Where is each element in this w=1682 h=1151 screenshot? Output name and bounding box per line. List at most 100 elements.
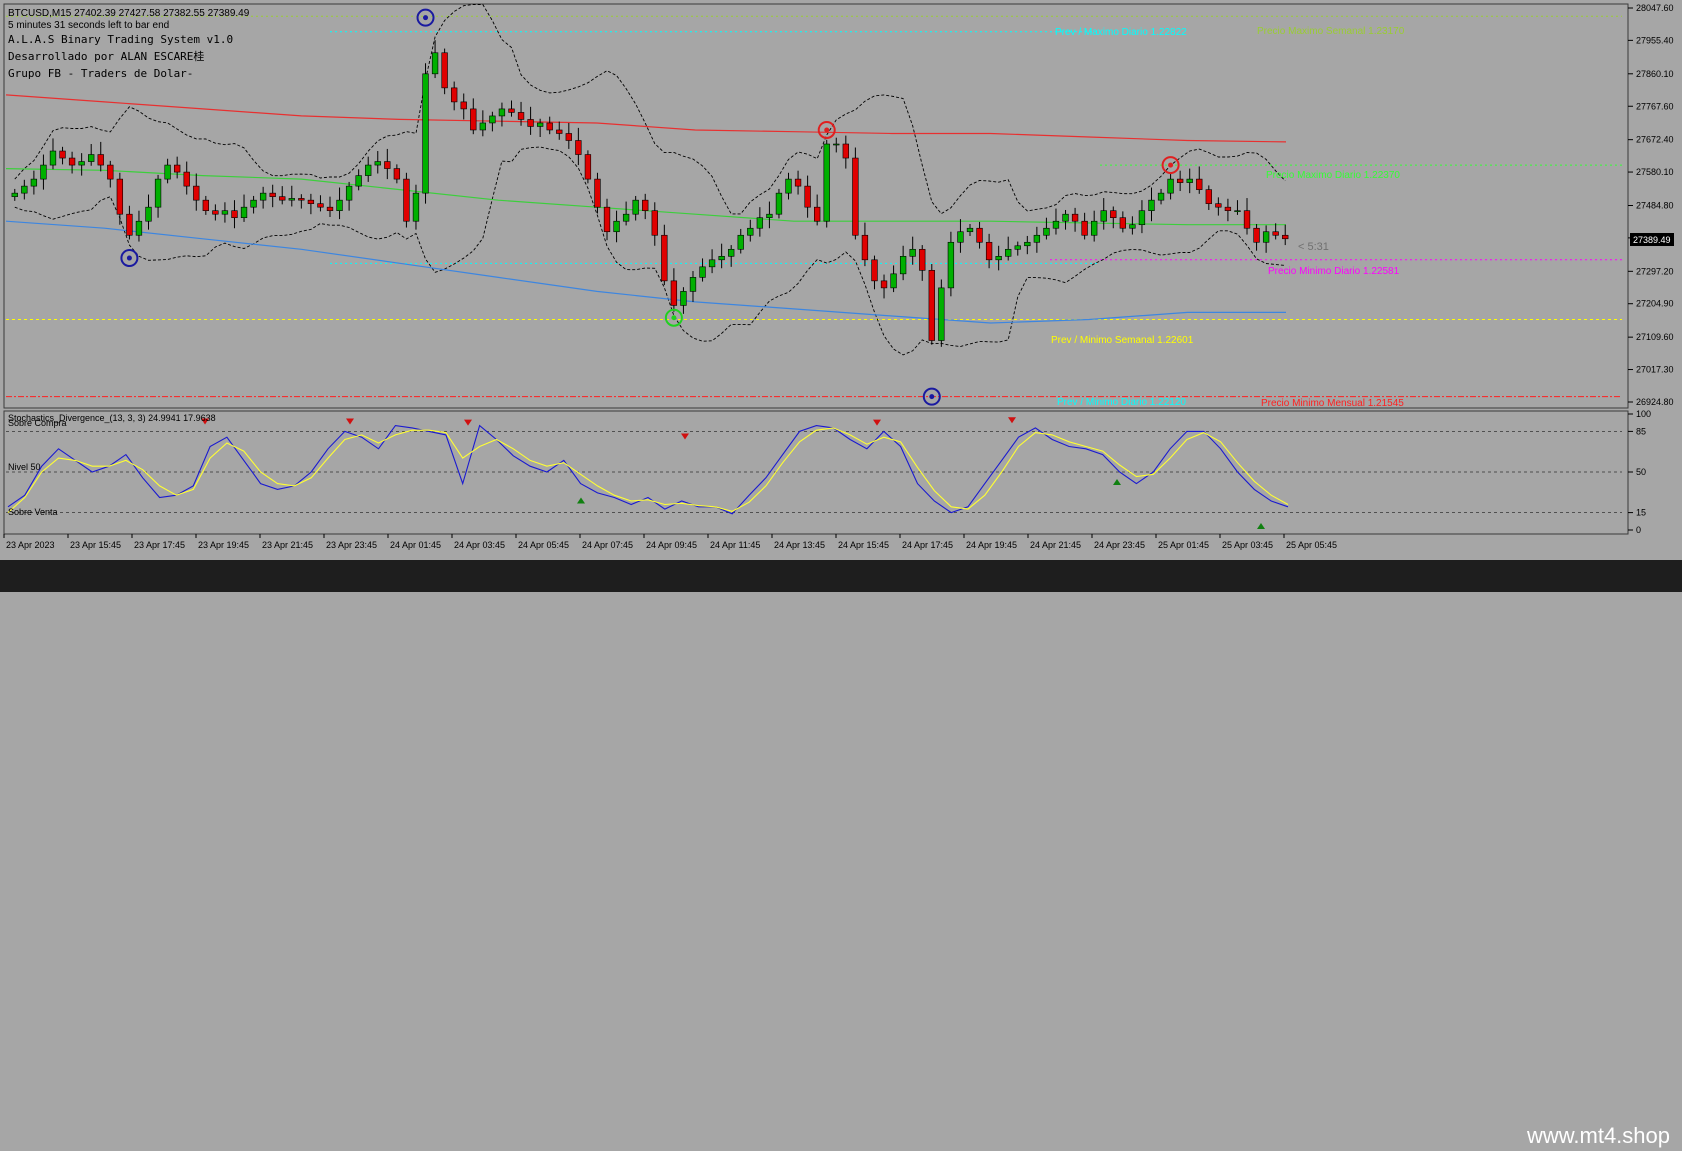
bear-candle — [1176, 178, 1184, 183]
bull-candle — [708, 259, 716, 268]
bear-candle — [384, 161, 391, 169]
bull-candle — [498, 108, 506, 117]
bear-candle — [919, 248, 926, 271]
bear-candle — [508, 108, 515, 113]
bull-candle — [747, 227, 754, 236]
y-tick-label: 28047.60 — [1636, 3, 1674, 13]
y-tick-label: 27955.40 — [1636, 35, 1674, 45]
bull-candle — [431, 52, 439, 75]
watermark-text: www.mt4.shop — [1526, 1123, 1670, 1148]
bear-candle — [1110, 210, 1117, 219]
bear-candle — [842, 143, 849, 159]
bear-candle — [1272, 231, 1279, 236]
bear-candle — [556, 129, 563, 134]
stoch-tick-label: 100 — [1636, 409, 1651, 419]
developer-text: Desarrollado por ALAN ESCARE桂 — [8, 49, 204, 63]
bear-candle — [976, 227, 983, 243]
chart-window[interactable]: 28047.60 27955.40 27860.10 27767.60 27672.40… — [0, 0, 1682, 592]
bull-candle — [737, 234, 744, 250]
bear-candle — [928, 270, 935, 341]
bear-candle — [460, 101, 467, 110]
bear-candle — [269, 192, 276, 197]
bull-candle — [833, 143, 840, 146]
x-tick-label: 24 Apr 09:45 — [646, 540, 697, 550]
x-tick-label: 25 Apr 05:45 — [1286, 540, 1337, 550]
bull-candle — [135, 220, 143, 236]
bear-candle — [307, 199, 315, 204]
bull-candle — [622, 213, 630, 222]
bull-candle — [1138, 210, 1146, 226]
bull-candle — [1033, 234, 1041, 243]
swing-low-marker-dot — [126, 255, 132, 261]
level-label-prev-max-daily: Prev / Maximo Diario 1.22822 — [1055, 27, 1187, 38]
y-tick-label: 27204.90 — [1636, 299, 1674, 309]
footer-bar: www.mt4.shop — [0, 560, 1682, 1148]
bull-candle — [288, 198, 295, 201]
x-tick-label: 23 Apr 17:45 — [134, 540, 185, 550]
x-tick-label: 24 Apr 21:45 — [1030, 540, 1081, 550]
bull-candle — [1052, 220, 1060, 229]
bear-candle — [173, 164, 181, 173]
bull-candle — [1129, 224, 1136, 229]
bull-candle — [489, 115, 496, 124]
level-label-prev-min-daily: Prev / Minimo Diario 1.22120 — [1057, 397, 1186, 408]
bull-candle — [1091, 220, 1098, 236]
level-label-prev-min-weekly: Prev / Minimo Semanal 1.22601 — [1051, 335, 1194, 346]
level-label-min-monthly: Precio Minimo Mensual 1.21545 — [1261, 398, 1404, 409]
stoch-tick-label: 0 — [1636, 525, 1641, 535]
bull-candle — [728, 248, 735, 257]
stoch-tick-label: 50 — [1636, 467, 1646, 477]
x-tick-label: 24 Apr 03:45 — [454, 540, 505, 550]
bear-candle — [403, 178, 410, 222]
x-tick-label: 24 Apr 19:45 — [966, 540, 1017, 550]
bull-candle — [947, 241, 955, 289]
x-tick-label: 25 Apr 03:45 — [1222, 540, 1273, 550]
countdown-label: < 5:31 — [1298, 241, 1329, 253]
x-tick-label: 24 Apr 01:45 — [390, 540, 441, 550]
bear-candle — [880, 280, 888, 289]
bull-candle — [355, 175, 362, 187]
bear-candle — [317, 203, 324, 208]
overbought-label: Sobre Compra — [8, 418, 67, 428]
bear-candle — [1205, 189, 1212, 204]
x-tick-label: 24 Apr 07:45 — [582, 540, 633, 550]
y-tick-label: 27767.60 — [1636, 101, 1674, 111]
y-tick-label: 27017.30 — [1636, 365, 1674, 375]
bear-candle — [813, 206, 821, 222]
bear-candle — [565, 133, 572, 141]
system-name-text: A.L.A.S Binary Trading System v1.0 — [8, 33, 233, 46]
bear-candle — [116, 178, 124, 215]
bull-candle — [1024, 241, 1031, 247]
bull-candle — [756, 217, 764, 229]
bull-candle — [49, 150, 57, 166]
bull-candle — [240, 206, 248, 219]
bull-candle — [909, 248, 916, 257]
x-tick-label: 24 Apr 13:45 — [774, 540, 825, 550]
bear-candle — [68, 157, 76, 166]
bull-candle — [1234, 210, 1241, 212]
bull-candle — [1005, 248, 1012, 257]
bear-candle — [193, 185, 200, 201]
bull-candle — [775, 192, 783, 215]
bull-candle — [479, 122, 487, 131]
x-tick-label: 24 Apr 23:45 — [1094, 540, 1145, 550]
bear-candle — [871, 259, 878, 282]
bull-candle — [374, 161, 381, 166]
bear-candle — [1196, 178, 1203, 190]
bull-candle — [613, 220, 620, 233]
x-tick-label: 23 Apr 23:45 — [326, 540, 377, 550]
bear-candle — [651, 210, 658, 236]
group-text: Grupo FB - Traders de Dolar- — [8, 67, 193, 80]
bear-candle — [985, 241, 993, 261]
y-tick-label: 27672.40 — [1636, 135, 1674, 145]
bear-candle — [97, 154, 104, 166]
bull-candle — [345, 185, 353, 201]
bear-candle — [126, 213, 133, 236]
chart-canvas[interactable]: 28047.60 27955.40 27860.10 27767.60 27672.40… — [0, 0, 1682, 560]
bear-candle — [107, 164, 114, 180]
bull-candle — [1014, 245, 1021, 250]
bear-candle — [794, 178, 802, 187]
bear-candle — [212, 210, 219, 215]
bear-candle — [517, 112, 525, 120]
x-tick-label: 24 Apr 11:45 — [710, 540, 760, 550]
